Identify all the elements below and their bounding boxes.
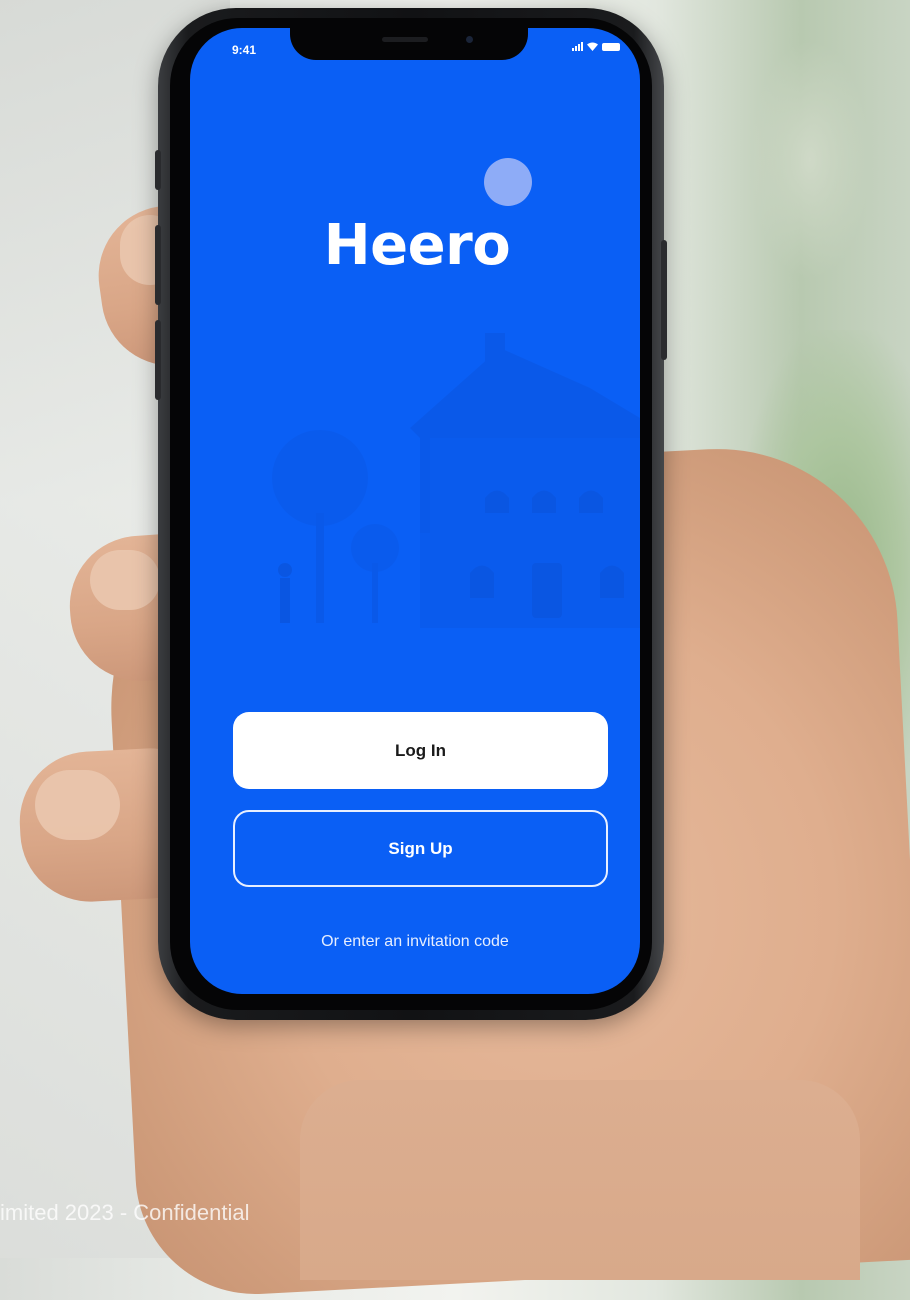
signal-icon — [572, 42, 583, 51]
front-camera — [466, 36, 473, 43]
wifi-icon — [587, 42, 598, 51]
battery-icon — [602, 42, 620, 51]
invitation-code-link[interactable]: Or enter an invitation code — [190, 933, 640, 951]
fingernail — [35, 770, 120, 840]
status-icons — [572, 42, 620, 51]
phone-screen: 9:41 Heero Log In Sign Up Or enter an in… — [190, 28, 640, 994]
status-time: 9:41 — [232, 43, 257, 57]
phone-mute-switch — [155, 150, 161, 190]
fingernail — [90, 550, 160, 610]
footer-confidential-text: imited 2023 - Confidential — [0, 1200, 250, 1225]
phone-notch — [290, 28, 528, 60]
phone-volume-down — [155, 320, 161, 400]
house-illustration — [272, 333, 640, 628]
logo-dot-icon — [484, 158, 532, 206]
app-title: Heero — [323, 213, 511, 278]
hand-wrist — [300, 1080, 860, 1280]
phone-volume-up — [155, 225, 161, 305]
speaker-grille — [382, 37, 428, 42]
phone-power-button — [661, 240, 667, 360]
background-window — [750, 40, 870, 280]
signup-button[interactable]: Sign Up — [233, 810, 608, 887]
login-button[interactable]: Log In — [233, 712, 608, 789]
